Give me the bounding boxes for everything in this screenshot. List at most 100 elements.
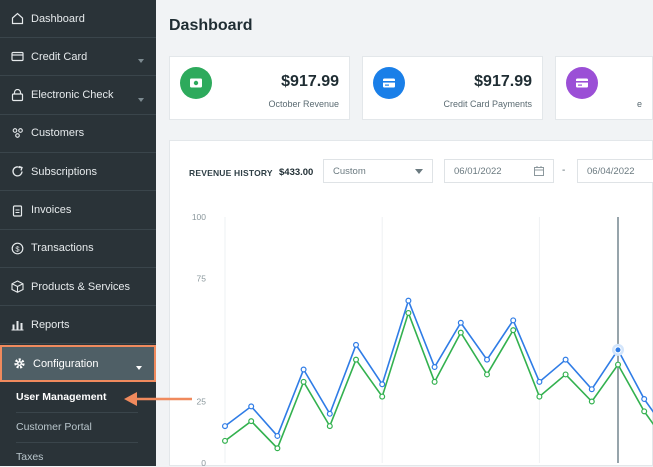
sidebar-item-credit-card[interactable]: Credit Card	[0, 38, 156, 77]
page-title: Dashboard	[169, 17, 253, 34]
main-content: Dashboard $917.99 October Revenue $917.99 C…	[156, 0, 653, 467]
sidebar-item-label: Credit Card	[31, 50, 88, 63]
date-to-input[interactable]: 06/04/2022	[577, 159, 653, 183]
sidebar-item-label: Dashboard	[31, 12, 85, 25]
credit-card-icon	[10, 50, 24, 64]
data-point	[248, 403, 255, 410]
date-from-input[interactable]: 06/01/2022	[444, 159, 554, 183]
submenu-divider	[16, 412, 138, 413]
users-icon	[10, 126, 24, 140]
stat-label: e	[636, 99, 642, 109]
stat-card: e	[555, 56, 653, 120]
data-point	[641, 408, 648, 415]
sidebar-item-transactions[interactable]: $ Transactions	[0, 230, 156, 268]
data-point	[300, 366, 307, 373]
revenue-history-label: REVENUE HISTORY	[189, 168, 273, 178]
data-point	[536, 393, 543, 400]
submenu-item-user-management[interactable]: User Management	[16, 391, 140, 403]
sidebar-item-label: Customers	[31, 127, 85, 140]
svg-text:$: $	[15, 244, 20, 253]
bar-chart-icon	[10, 318, 24, 332]
data-point	[379, 381, 386, 388]
sidebar-item-label: Subscriptions	[31, 165, 98, 178]
submenu-divider	[16, 442, 138, 443]
data-point	[274, 445, 281, 452]
y-tick-label: 75	[197, 274, 207, 284]
revenue-chart: 10075250	[192, 212, 653, 467]
data-point	[562, 371, 569, 378]
pointer-arrow	[124, 392, 192, 406]
card-icon	[566, 67, 598, 99]
chevron-down-icon	[138, 54, 144, 64]
revenue-history-panel: REVENUE HISTORY $433.00 Custom 06/01/202…	[169, 140, 653, 467]
stat-card: $917.99 October Revenue	[169, 56, 350, 120]
data-point	[405, 309, 412, 316]
stat-value: $917.99	[281, 73, 339, 90]
data-point	[300, 378, 307, 385]
sidebar-item-reports[interactable]: Reports	[0, 306, 156, 345]
sidebar-item-products-services[interactable]: Products & Services	[0, 268, 156, 307]
data-point	[274, 432, 281, 439]
clipboard-icon	[10, 203, 24, 217]
data-point	[457, 319, 464, 326]
data-point	[510, 327, 517, 334]
data-point	[536, 378, 543, 385]
sidebar-item-label: Products & Services	[31, 280, 131, 293]
stat-card: $917.99 Credit Card Payments	[362, 56, 543, 120]
sidebar-item-label: Invoices	[31, 204, 72, 216]
data-point	[379, 393, 386, 400]
data-point	[614, 346, 622, 354]
data-point	[562, 356, 569, 363]
sidebar-item-invoices[interactable]: Invoices	[0, 192, 156, 230]
data-point	[484, 356, 491, 363]
data-point	[405, 297, 412, 304]
data-point	[353, 356, 360, 363]
home-icon	[10, 12, 24, 26]
sidebar-item-label: Configuration	[33, 357, 99, 370]
date-from-value: 06/01/2022	[454, 165, 502, 177]
chevron-down-icon	[136, 361, 142, 370]
data-point	[615, 361, 622, 368]
data-point	[221, 423, 228, 430]
sidebar-item-electronic-check[interactable]: Electronic Check	[0, 77, 156, 115]
data-point	[248, 418, 255, 425]
sidebar-item-label: Transactions	[31, 242, 94, 255]
data-point	[457, 329, 464, 336]
chevron-down-icon	[415, 169, 423, 174]
sidebar-item-dashboard[interactable]: Dashboard	[0, 0, 156, 38]
date-to-value: 06/04/2022	[587, 165, 635, 177]
revenue-history-value: $433.00	[279, 167, 314, 178]
data-point	[588, 398, 595, 405]
sidebar-item-customers[interactable]: Customers	[0, 115, 156, 153]
box-icon	[10, 280, 24, 294]
bank-icon	[10, 88, 24, 102]
sidebar-item-label: Electronic Check	[31, 89, 114, 102]
data-point	[484, 371, 491, 378]
calendar-icon	[534, 166, 544, 176]
data-point	[588, 386, 595, 393]
range-select[interactable]: Custom	[323, 159, 433, 183]
sidebar-item-label: Reports	[31, 318, 70, 331]
sidebar-item-subscriptions[interactable]: Subscriptions	[0, 153, 156, 192]
card-icon	[373, 67, 405, 99]
range-select-value: Custom	[333, 165, 366, 177]
data-point	[221, 437, 228, 444]
chevron-down-icon	[138, 93, 144, 102]
gear-icon	[12, 357, 26, 371]
dollar-circle-icon: $	[10, 241, 24, 255]
data-point	[326, 423, 333, 430]
data-point	[431, 378, 438, 385]
data-point	[326, 410, 333, 417]
submenu-item-customer-portal[interactable]: Customer Portal	[16, 421, 140, 433]
y-tick-label: 100	[192, 212, 206, 222]
submenu-item-taxes[interactable]: Taxes	[16, 451, 140, 463]
data-point	[641, 396, 648, 403]
data-point	[510, 317, 517, 324]
cash-icon	[180, 67, 212, 99]
sidebar-item-configuration[interactable]: Configuration	[0, 345, 156, 382]
series-line	[224, 298, 653, 438]
refresh-icon	[10, 165, 24, 179]
stat-label: October Revenue	[268, 99, 339, 109]
stat-value: $917.99	[474, 73, 532, 90]
stat-label: Credit Card Payments	[443, 99, 532, 109]
